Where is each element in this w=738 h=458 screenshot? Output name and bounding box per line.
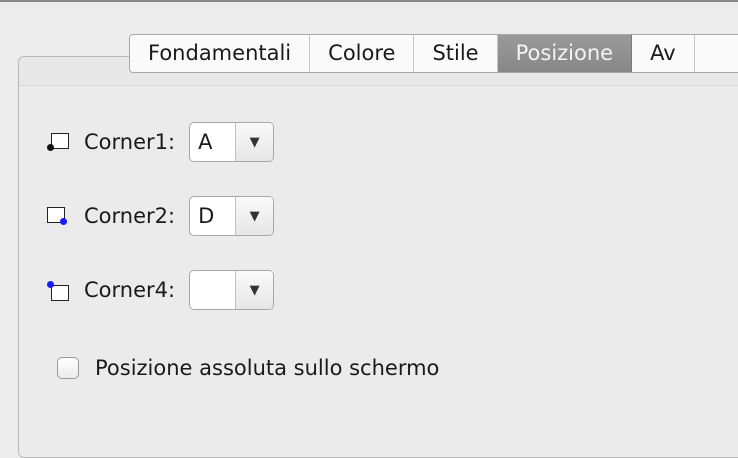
- corner2-label: Corner2:: [84, 204, 176, 228]
- corner-bottom-right-icon: [44, 201, 74, 231]
- properties-panel: [18, 56, 738, 458]
- window-top-border: [0, 0, 738, 2]
- corner-bottom-left-icon: [44, 127, 74, 157]
- absolute-position-label[interactable]: Posizione assoluta sullo schermo: [95, 356, 439, 380]
- tab-colore[interactable]: Colore: [310, 35, 415, 72]
- corner1-dropdown[interactable]: A ▼: [189, 122, 275, 162]
- tab-stile[interactable]: Stile: [414, 35, 498, 72]
- absolute-position-checkbox[interactable]: [57, 357, 79, 379]
- corner4-dropdown[interactable]: ▼: [189, 270, 275, 310]
- chevron-down-icon[interactable]: ▼: [236, 123, 274, 161]
- corner1-row: Corner1: A ▼: [44, 122, 275, 162]
- corner1-label: Corner1:: [84, 130, 176, 154]
- corner4-value: [190, 271, 237, 309]
- corner2-dropdown[interactable]: D ▼: [189, 196, 275, 236]
- corner4-label: Corner4:: [84, 278, 176, 302]
- tab-bar: Fondamentali Colore Stile Posizione Av: [129, 34, 738, 73]
- corner2-row: Corner2: D ▼: [44, 196, 275, 236]
- corner-top-left-icon: [44, 275, 74, 305]
- absolute-position-row: Posizione assoluta sullo schermo: [57, 356, 439, 380]
- tab-posizione[interactable]: Posizione: [497, 35, 633, 72]
- tab-avanzate[interactable]: Av: [632, 35, 695, 72]
- corner2-value: D: [190, 197, 237, 235]
- tab-fondamentali[interactable]: Fondamentali: [130, 35, 311, 72]
- corner4-row: Corner4: ▼: [44, 270, 275, 310]
- corner1-value: A: [190, 123, 237, 161]
- chevron-down-icon[interactable]: ▼: [236, 271, 274, 309]
- chevron-down-icon[interactable]: ▼: [236, 197, 274, 235]
